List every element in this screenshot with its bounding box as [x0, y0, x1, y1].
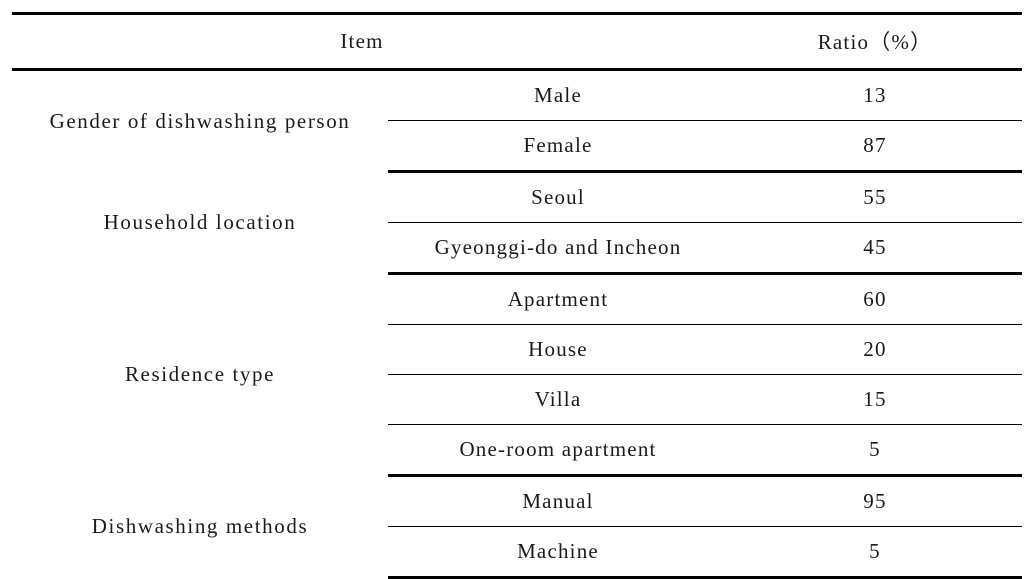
survey-respondent-table: Item Ratio（%） Gender of dishwashing pers… [12, 12, 1022, 579]
table-row: Gender of dishwashing person Male 13 [12, 70, 1022, 133]
ratio-value: 95 [863, 489, 887, 514]
group-label-gender: Gender of dishwashing person [49, 109, 351, 134]
column-header-item: Item [12, 12, 728, 71]
subitem-label: Male [534, 83, 582, 108]
ratio-value: 45 [728, 222, 1022, 275]
table-row: Dishwashing methods Manual 95 [12, 476, 1022, 538]
subitem-label: Villa [388, 374, 728, 425]
ratio-value: 20 [728, 324, 1022, 375]
ratio-value: 55 [863, 185, 887, 210]
column-header-ratio: Ratio（%） [728, 12, 1022, 71]
subitem-label: House [388, 324, 728, 375]
subitem-label: Female [388, 120, 728, 173]
table-header-row: Item Ratio（%） [12, 12, 1022, 71]
ratio-value: 87 [728, 120, 1022, 173]
subitem-label: Machine [388, 526, 728, 579]
ratio-value: 60 [863, 287, 887, 312]
ratio-value: 13 [863, 83, 887, 108]
table-row: Residence type Apartment 60 [12, 274, 1022, 386]
table-row: Household location Seoul 55 [12, 172, 1022, 234]
table-body: Gender of dishwashing person Male 13 Fem… [12, 70, 1022, 579]
subitem-label: Seoul [531, 185, 585, 210]
ratio-value: 5 [728, 526, 1022, 579]
column-header-ratio-label: Ratio（%） [817, 30, 933, 54]
ratio-value: 5 [728, 424, 1022, 477]
table-head: Item Ratio（%） [12, 12, 1022, 71]
column-header-item-label: Item [340, 28, 384, 53]
group-label-household-location: Household location [103, 210, 297, 235]
table-container: Item Ratio（%） Gender of dishwashing pers… [0, 0, 1036, 579]
subitem-label: Gyeonggi-do and Incheon [388, 222, 728, 275]
subitem-label: Apartment [507, 287, 609, 312]
subitem-label: One-room apartment [388, 424, 728, 477]
group-label-dishwashing-methods: Dishwashing methods [91, 514, 309, 539]
subitem-label: Manual [522, 489, 594, 514]
ratio-value: 15 [728, 374, 1022, 425]
group-label-residence-type: Residence type [124, 362, 276, 387]
